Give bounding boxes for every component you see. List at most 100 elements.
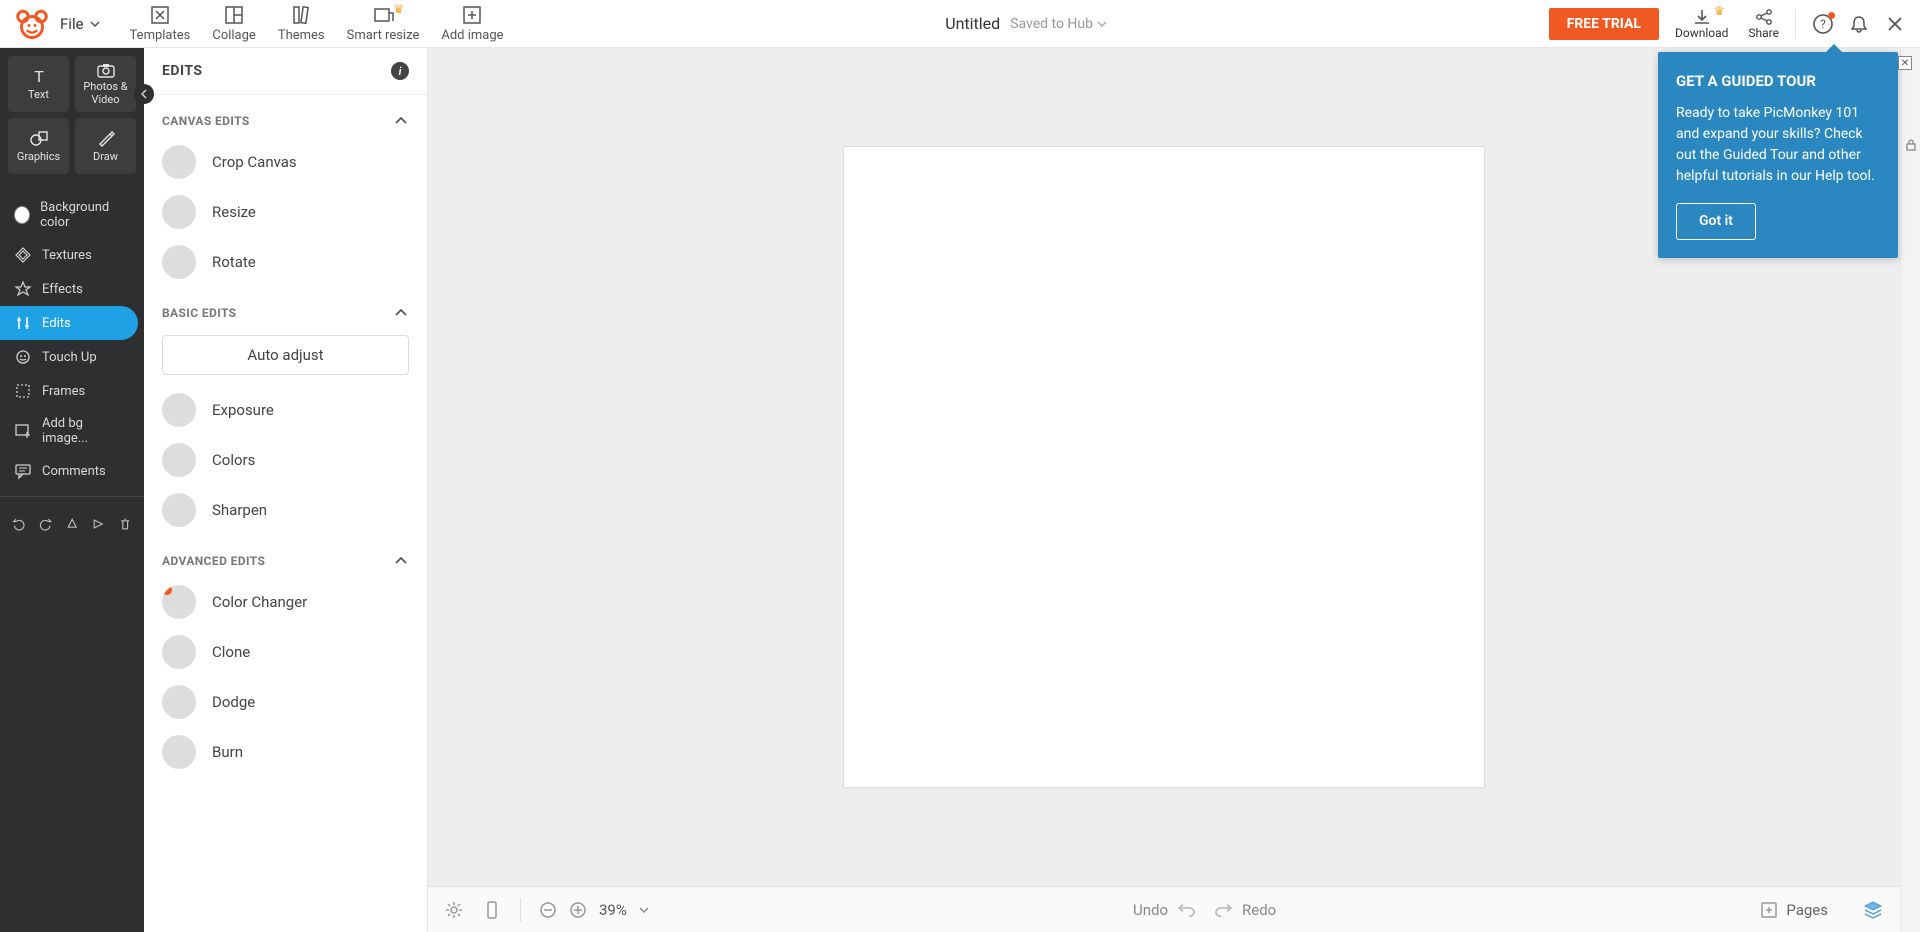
templates-tool[interactable]: Templates [130,4,191,43]
info-icon[interactable]: i [391,62,409,80]
device-preview-icon[interactable] [482,900,502,920]
sidebar-item-comments[interactable]: Comments [0,454,144,488]
touch-up-icon [14,348,32,366]
edit-colors[interactable]: Colors [144,435,427,485]
tab-photos-video[interactable]: Photos & Video [75,56,136,112]
thumb-icon [162,635,196,669]
edit-rotate[interactable]: Rotate [144,237,427,287]
section-advanced-edits[interactable]: ADVANCED EDITS [144,535,427,577]
flip-vertical-icon[interactable] [65,515,79,533]
bell-icon [1849,14,1869,34]
thumb-icon [162,493,196,527]
sidebar-item-background-color[interactable]: Background color [0,192,144,238]
title-area: Untitled Saved to Hub [504,14,1549,33]
sidebar-item-effects[interactable]: Effects [0,272,144,306]
pages-button[interactable]: Pages [1760,901,1828,919]
free-trial-button[interactable]: FREE TRIAL [1549,8,1659,40]
sidebar-item-edits[interactable]: Edits [0,306,138,340]
edits-panel: EDITS i CANVAS EDITS Crop Canvas Resize … [144,48,428,932]
header-right: FREE TRIAL ♛ Download Share ? [1549,8,1920,40]
help-button[interactable]: ? [1812,13,1834,35]
edit-exposure[interactable]: Exposure [144,385,427,435]
thumb-icon [162,145,196,179]
edit-color-changer[interactable]: Color Changer [144,577,427,627]
premium-dot [162,585,172,595]
chevron-left-icon [139,89,149,99]
tab-draw[interactable]: Draw [75,118,136,174]
auto-adjust-button[interactable]: Auto adjust [162,335,409,375]
zoom-controls: 39% [539,901,649,919]
undo-button[interactable]: Undo [1133,901,1196,919]
chevron-down-icon[interactable] [639,905,649,915]
doc-status[interactable]: Saved to Hub [1010,16,1107,32]
panel-header: EDITS i [144,48,427,95]
edit-crop-canvas[interactable]: Crop Canvas [144,137,427,187]
layers-icon[interactable] [1862,899,1884,921]
collage-tool[interactable]: Collage [212,4,255,43]
thumb-icon [162,735,196,769]
chevron-up-icon [393,113,409,129]
right-strip [1900,48,1920,932]
edit-dodge[interactable]: Dodge [144,677,427,727]
sidebar-item-frames[interactable]: Frames [0,374,144,408]
share-icon [1754,8,1774,26]
sidebar-list: Background color Textures Effects Edits … [0,192,144,488]
redo-button[interactable]: Redo [1214,901,1276,919]
tour-got-it-button[interactable]: Got it [1676,203,1756,240]
zoom-in-icon[interactable] [569,901,587,919]
thumb-icon [162,443,196,477]
zoom-out-icon[interactable] [539,901,557,919]
canvas-footer: 39% Undo Redo Pages [428,886,1900,932]
edit-sharpen[interactable]: Sharpen [144,485,427,535]
sidebar-item-add-bg-image[interactable]: Add bg image... [0,408,144,454]
edit-clone[interactable]: Clone [144,627,427,677]
thumb-icon [162,585,196,619]
trash-icon[interactable] [118,515,132,533]
notifications-button[interactable] [1848,13,1870,35]
thumb-icon [162,195,196,229]
tab-text[interactable]: T Text [8,56,69,112]
tour-body: Ready to take PicMonkey 101 and expand y… [1676,103,1880,187]
themes-tool[interactable]: Themes [278,4,325,43]
undo-icon[interactable] [12,515,26,533]
lock-icon[interactable] [1904,138,1918,152]
chevron-down-icon [90,19,100,29]
doc-title[interactable]: Untitled [945,14,1000,33]
collapse-sidebar-button[interactable] [134,84,154,104]
chevron-up-icon [393,553,409,569]
text-icon: T [29,66,49,86]
settings-icon[interactable] [444,900,464,920]
add-bg-image-icon [14,422,32,440]
guided-tour-popup: ✕ GET A GUIDED TOUR Ready to take PicMon… [1658,52,1898,258]
header-icons: ? [1812,13,1906,35]
edit-resize[interactable]: Resize [144,187,427,237]
close-popup-button[interactable]: ✕ [1898,56,1912,70]
download-button[interactable]: ♛ Download [1675,8,1728,40]
effects-icon [14,280,32,298]
color-swatch-icon [14,206,30,224]
section-basic-edits[interactable]: BASIC EDITS [144,287,427,329]
share-button[interactable]: Share [1748,8,1779,40]
tour-title: GET A GUIDED TOUR [1676,70,1880,93]
smart-resize-tool[interactable]: ♛ Smart resize [347,4,420,43]
close-button[interactable] [1884,13,1906,35]
crown-icon: ♛ [393,2,404,16]
collage-icon [223,4,245,26]
zoom-level[interactable]: 39% [599,901,627,919]
sidebar-tabs: T Text Photos & Video Graphics Draw [0,48,144,182]
sidebar-item-textures[interactable]: Textures [0,238,144,272]
tab-graphics[interactable]: Graphics [8,118,69,174]
redo-icon[interactable] [38,515,52,533]
flip-horizontal-icon[interactable] [91,515,105,533]
main-area: T Text Photos & Video Graphics Draw Back… [0,48,1920,932]
svg-text:T: T [34,67,44,86]
canvas-wrap: 39% Undo Redo Pages ✕ GET A GUIDED TOUR [428,48,1900,932]
artboard[interactable] [844,147,1484,787]
notification-dot [1828,12,1835,19]
file-menu[interactable]: File [60,15,100,33]
divider [520,898,521,922]
section-canvas-edits[interactable]: CANVAS EDITS [144,95,427,137]
edit-burn[interactable]: Burn [144,727,427,777]
add-image-tool[interactable]: Add image [441,4,503,43]
sidebar-item-touch-up[interactable]: Touch Up [0,340,144,374]
